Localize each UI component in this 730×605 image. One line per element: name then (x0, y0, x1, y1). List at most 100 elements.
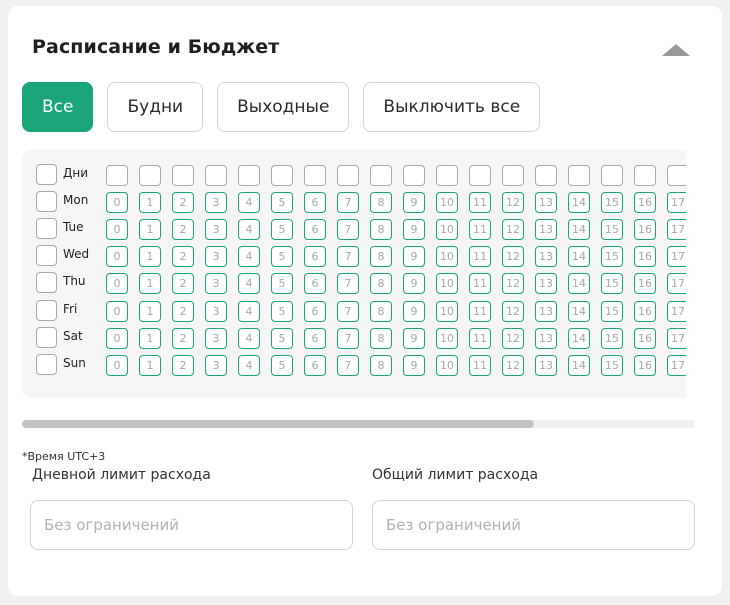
hour-slot[interactable]: 8 (370, 300, 392, 322)
hour-slot[interactable]: 0 (106, 354, 128, 376)
hour-slot[interactable]: 4 (238, 300, 260, 322)
hour-slot[interactable]: 6 (304, 300, 326, 322)
scrollbar-thumb[interactable] (22, 420, 534, 428)
day-checkbox[interactable] (36, 299, 57, 321)
hour-column-checkbox[interactable] (568, 165, 590, 186)
hour-slot[interactable]: 11 (469, 354, 491, 376)
hour-slot[interactable]: 0 (106, 246, 128, 268)
day-checkbox[interactable] (36, 218, 57, 240)
hour-slot[interactable]: 6 (304, 327, 326, 349)
hour-slot[interactable]: 1 (139, 300, 161, 322)
hour-slot[interactable]: 3 (205, 300, 227, 322)
hour-slot[interactable]: 16 (634, 327, 656, 349)
hour-slot[interactable]: 7 (337, 246, 359, 268)
hour-slot[interactable]: 14 (568, 300, 590, 322)
hour-slot[interactable]: 16 (634, 273, 656, 295)
hour-slot[interactable]: 15 (601, 273, 623, 295)
day-checkbox[interactable] (36, 353, 57, 375)
filter-all-button[interactable]: Все (22, 82, 94, 132)
hour-slot[interactable]: 0 (106, 300, 128, 322)
hour-column-checkbox[interactable] (337, 165, 359, 186)
hour-slot[interactable]: 10 (436, 273, 458, 295)
hour-slot[interactable]: 1 (139, 327, 161, 349)
hour-slot[interactable]: 7 (337, 192, 359, 214)
hour-slot[interactable]: 10 (436, 246, 458, 268)
hour-slot[interactable]: 3 (205, 273, 227, 295)
hour-slot[interactable]: 10 (436, 192, 458, 214)
hour-column-checkbox[interactable] (370, 165, 392, 186)
hour-slot[interactable]: 14 (568, 246, 590, 268)
hour-slot[interactable]: 14 (568, 219, 590, 241)
hour-slot[interactable]: 5 (271, 300, 293, 322)
day-checkbox[interactable] (36, 191, 57, 213)
hour-slot[interactable]: 8 (370, 327, 392, 349)
hour-slot[interactable]: 2 (172, 192, 194, 214)
hour-slot[interactable]: 16 (634, 192, 656, 214)
select-all-days-checkbox[interactable] (36, 164, 57, 185)
hour-slot[interactable]: 17 (667, 246, 686, 268)
hour-slot[interactable]: 6 (304, 192, 326, 214)
hour-slot[interactable]: 3 (205, 192, 227, 214)
hour-slot[interactable]: 13 (535, 327, 557, 349)
hour-slot[interactable]: 4 (238, 192, 260, 214)
hour-slot[interactable]: 5 (271, 273, 293, 295)
hour-slot[interactable]: 12 (502, 327, 524, 349)
hour-slot[interactable]: 5 (271, 354, 293, 376)
hour-slot[interactable]: 16 (634, 246, 656, 268)
hour-slot[interactable]: 17 (667, 192, 686, 214)
hour-slot[interactable]: 4 (238, 327, 260, 349)
hour-slot[interactable]: 13 (535, 300, 557, 322)
hour-slot[interactable]: 8 (370, 273, 392, 295)
hour-slot[interactable]: 11 (469, 192, 491, 214)
hour-slot[interactable]: 7 (337, 354, 359, 376)
hour-slot[interactable]: 12 (502, 219, 524, 241)
hour-slot[interactable]: 9 (403, 192, 425, 214)
hour-slot[interactable]: 0 (106, 273, 128, 295)
hour-slot[interactable]: 16 (634, 300, 656, 322)
hour-slot[interactable]: 12 (502, 300, 524, 322)
hour-slot[interactable]: 4 (238, 219, 260, 241)
hour-column-checkbox[interactable] (535, 165, 557, 186)
hour-slot[interactable]: 4 (238, 273, 260, 295)
hour-slot[interactable]: 1 (139, 246, 161, 268)
hour-column-checkbox[interactable] (238, 165, 260, 186)
hour-slot[interactable]: 15 (601, 219, 623, 241)
filter-weekdays-button[interactable]: Будни (107, 82, 204, 132)
hour-slot[interactable]: 8 (370, 354, 392, 376)
hour-column-checkbox[interactable] (172, 165, 194, 186)
hour-slot[interactable]: 9 (403, 300, 425, 322)
hour-slot[interactable]: 1 (139, 354, 161, 376)
daily-limit-input[interactable] (30, 500, 353, 550)
hour-slot[interactable]: 5 (271, 327, 293, 349)
hour-slot[interactable]: 5 (271, 219, 293, 241)
hour-column-checkbox[interactable] (469, 165, 491, 186)
hour-slot[interactable]: 12 (502, 273, 524, 295)
hour-slot[interactable]: 5 (271, 246, 293, 268)
hour-column-checkbox[interactable] (634, 165, 656, 186)
hour-slot[interactable]: 3 (205, 246, 227, 268)
hour-slot[interactable]: 13 (535, 354, 557, 376)
hour-slot[interactable]: 11 (469, 327, 491, 349)
hour-slot[interactable]: 8 (370, 192, 392, 214)
hour-slot[interactable]: 2 (172, 354, 194, 376)
hour-slot[interactable]: 14 (568, 354, 590, 376)
hour-slot[interactable]: 14 (568, 273, 590, 295)
hour-slot[interactable]: 4 (238, 246, 260, 268)
hour-slot[interactable]: 6 (304, 246, 326, 268)
hour-slot[interactable]: 17 (667, 300, 686, 322)
hour-slot[interactable]: 16 (634, 219, 656, 241)
collapse-arrow-icon[interactable] (662, 44, 690, 56)
hour-slot[interactable]: 3 (205, 327, 227, 349)
hour-slot[interactable]: 12 (502, 192, 524, 214)
hour-slot[interactable]: 13 (535, 192, 557, 214)
hour-slot[interactable]: 12 (502, 354, 524, 376)
hour-column-checkbox[interactable] (139, 165, 161, 186)
hour-slot[interactable]: 7 (337, 273, 359, 295)
hour-slot[interactable]: 15 (601, 327, 623, 349)
hour-slot[interactable]: 14 (568, 192, 590, 214)
hour-slot[interactable]: 16 (634, 354, 656, 376)
hour-slot[interactable]: 10 (436, 327, 458, 349)
hour-slot[interactable]: 10 (436, 219, 458, 241)
hour-column-checkbox[interactable] (601, 165, 623, 186)
hour-slot[interactable]: 8 (370, 219, 392, 241)
